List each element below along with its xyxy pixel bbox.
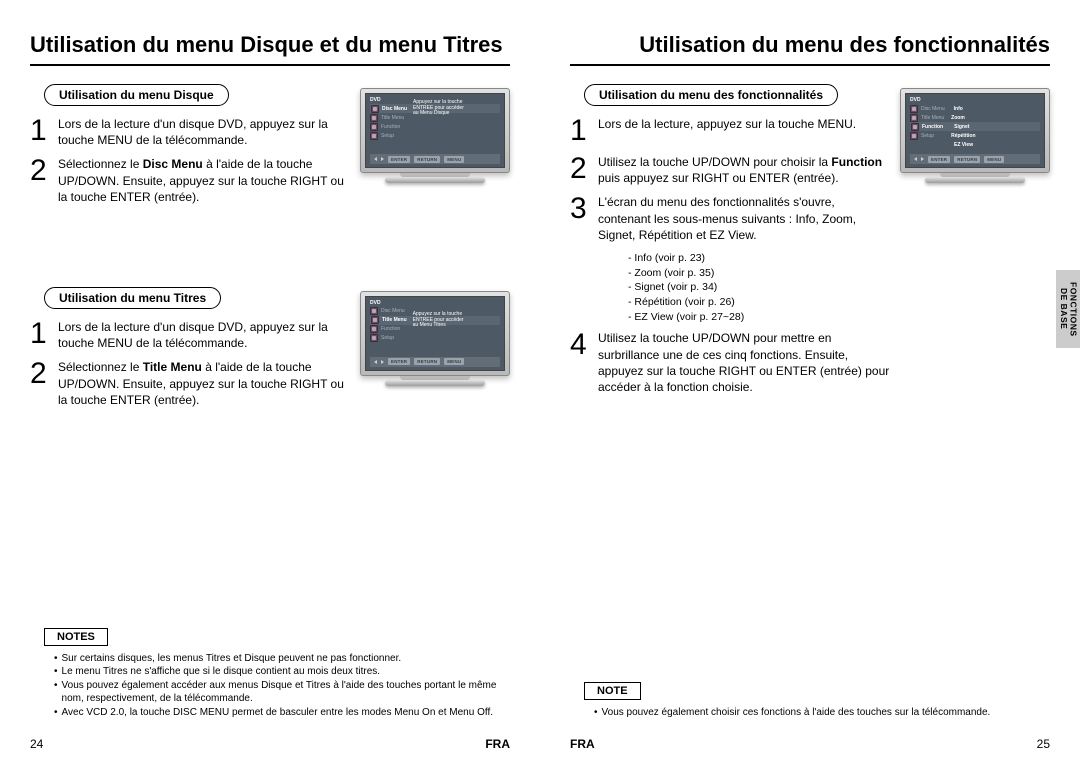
page-number: 25: [1037, 737, 1050, 751]
step-text: Lors de la lecture, appuyez sur la touch…: [598, 116, 856, 132]
menu-icon: [910, 114, 918, 122]
language-code: FRA: [570, 737, 595, 751]
page-title: Utilisation du menu Disque et du menu Ti…: [30, 32, 510, 66]
arrow-right-icon: [381, 157, 384, 161]
step-text: Lors de la lecture d'un disque DVD, appu…: [58, 319, 350, 351]
menu-icon: [910, 132, 918, 140]
side-tab-label: FONCTIONS DE BASE: [1059, 282, 1078, 337]
note-heading: NOTE: [584, 682, 641, 700]
section-title-menu: Utilisation du menu Titres 1 Lors de la …: [30, 283, 510, 408]
menu-icon: [371, 316, 379, 324]
notes-list: Vous pouvez également choisir ces foncti…: [594, 706, 1042, 720]
menu-icon: [370, 114, 378, 122]
arrow-left-icon: [914, 157, 917, 161]
step: 3 L'écran du menu des fonctionnalités s'…: [570, 194, 1050, 243]
step-number: 2: [30, 156, 58, 186]
page-spread: Utilisation du menu Disque et du menu Ti…: [0, 0, 1080, 765]
menu-icon: [911, 123, 919, 131]
step-text: Utilisez la touche UP/DOWN pour mettre e…: [598, 330, 890, 395]
page-left: Utilisation du menu Disque et du menu Ti…: [0, 0, 540, 765]
step-text: Sélectionnez le Disc Menu à l'aide de la…: [58, 156, 350, 205]
step-number: 1: [30, 116, 58, 146]
menu-icon: [910, 105, 918, 113]
page-number: 24: [30, 737, 43, 751]
page-footer: 24 FRA: [30, 737, 510, 751]
step-number: 1: [30, 319, 58, 349]
tv-illustration-disc: DVD Disc Menu Appuyez sur la toucheENTRE…: [360, 88, 510, 198]
side-tab: FONCTIONS DE BASE: [1056, 270, 1080, 348]
section-heading: Utilisation du menu des fonctionnalités: [584, 84, 838, 106]
step-number: 1: [570, 116, 598, 146]
section-heading: Utilisation du menu Disque: [44, 84, 229, 106]
tv-illustration-function: DVD Disc MenuInfo Title MenuZoom Functio…: [900, 88, 1050, 198]
step-text: Lors de la lecture d'un disque DVD, appu…: [58, 116, 350, 148]
step-text: Utilisez la touche UP/DOWN pour choisir …: [598, 154, 890, 186]
language-code: FRA: [485, 737, 510, 751]
step-number: 2: [570, 154, 598, 184]
step-number: 4: [570, 330, 598, 360]
menu-icon: [370, 123, 378, 131]
section-heading: Utilisation du menu Titres: [44, 287, 221, 309]
notes-list: Sur certains disques, les menus Titres e…: [54, 652, 502, 720]
menu-icon: [370, 307, 378, 315]
sub-list: - Info (voir p. 23) - Zoom (voir p. 35) …: [628, 251, 1050, 324]
section-disc-menu: Utilisation du menu Disque 1 Lors de la …: [30, 80, 510, 205]
step-number: 2: [30, 359, 58, 389]
step-text: L'écran du menu des fonctionnalités s'ou…: [598, 194, 890, 243]
menu-icon: [370, 132, 378, 140]
section-functions: Utilisation du menu des fonctionnalités …: [570, 80, 1050, 395]
tv-illustration-title: DVD Disc Menu Title Menu Appuyez sur la …: [360, 291, 510, 401]
arrow-left-icon: [374, 360, 377, 364]
page-footer: 25 FRA: [570, 737, 1050, 751]
arrow-right-icon: [921, 157, 924, 161]
step-text: Sélectionnez le Title Menu à l'aide de l…: [58, 359, 350, 408]
step: 4 Utilisez la touche UP/DOWN pour mettre…: [570, 330, 1050, 395]
page-title: Utilisation du menu des fonctionnalités: [570, 32, 1050, 66]
menu-icon: [370, 334, 378, 342]
menu-icon: [370, 325, 378, 333]
menu-icon: [371, 105, 379, 113]
step-number: 3: [570, 194, 598, 224]
arrow-right-icon: [381, 360, 384, 364]
arrow-left-icon: [374, 157, 377, 161]
page-right: Utilisation du menu des fonctionnalités …: [540, 0, 1080, 765]
notes-heading: NOTES: [44, 628, 108, 646]
